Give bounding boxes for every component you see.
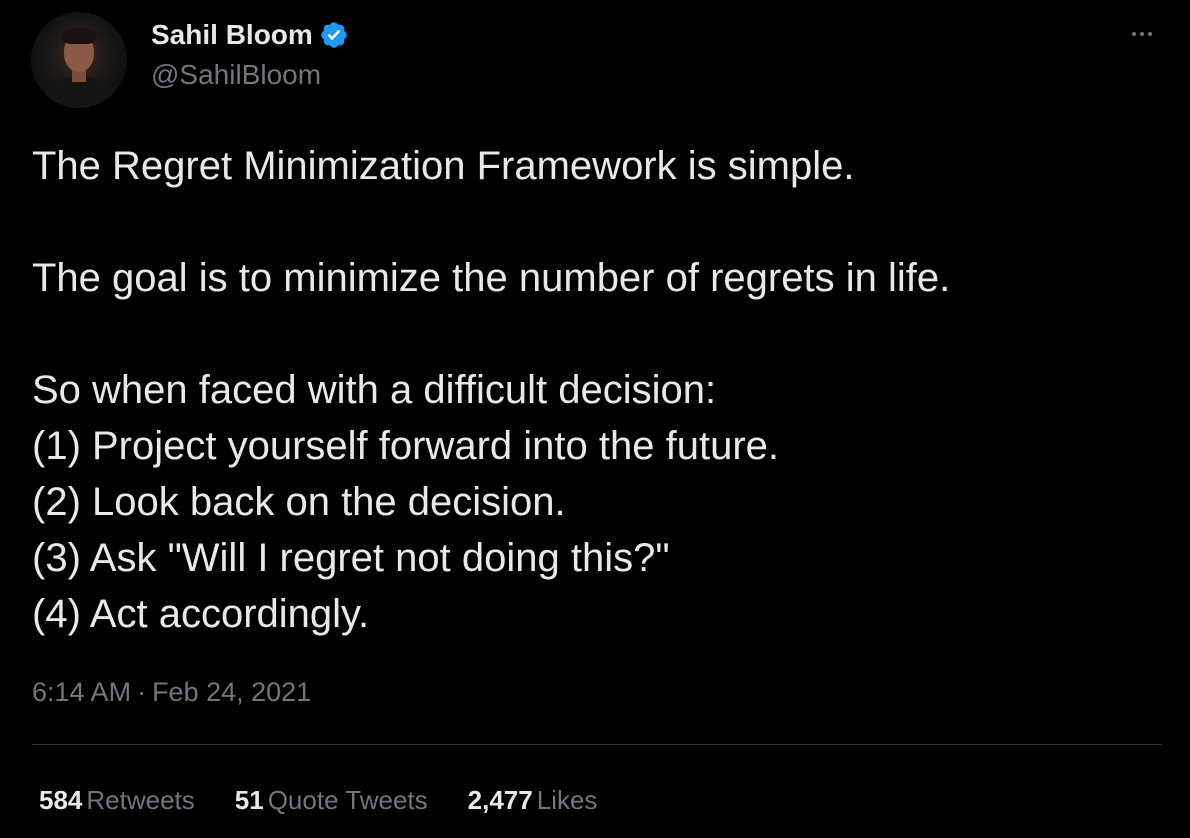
tweet-line: (1) Project yourself forward into the fu… xyxy=(32,424,779,468)
tweet-line: (2) Look back on the decision. xyxy=(32,480,566,524)
author-handle[interactable]: @SahilBloom xyxy=(151,58,321,92)
quote-tweets-count: 51 xyxy=(234,785,264,815)
author-avatar[interactable] xyxy=(31,12,127,108)
tweet-line: The Regret Minimization Framework is sim… xyxy=(32,144,855,188)
tweet-card: Sahil Bloom @SahilBloom The Regret Minim… xyxy=(0,0,1190,838)
more-options-icon[interactable] xyxy=(1124,22,1160,46)
tweet-text: The Regret Minimization Framework is sim… xyxy=(32,138,1162,642)
author-display-name[interactable]: Sahil Bloom xyxy=(151,18,313,52)
quote-tweets-label: Quote Tweets xyxy=(267,785,428,815)
tweet-line: The goal is to minimize the number of re… xyxy=(32,256,951,300)
likes-count: 2,477 xyxy=(467,785,533,815)
retweets-label: Retweets xyxy=(86,785,195,815)
more-dot xyxy=(1140,32,1144,36)
tweet-line: (3) Ask "Will I regret not doing this?" xyxy=(32,536,670,580)
more-dot xyxy=(1132,32,1136,36)
tweet-date: Feb 24, 2021 xyxy=(152,677,312,707)
retweets-stat[interactable]: 584 Retweets xyxy=(39,783,195,817)
avatar-hair xyxy=(62,28,96,44)
timestamp-separator: · xyxy=(137,677,147,707)
likes-label: Likes xyxy=(536,785,598,815)
likes-stat[interactable]: 2,477 Likes xyxy=(468,783,598,817)
tweet-time: 6:14 AM xyxy=(32,677,132,707)
tweet-line: (4) Act accordingly. xyxy=(32,592,370,636)
tweet-line: So when faced with a difficult decision: xyxy=(32,368,717,412)
engagement-stats: 584 Retweets 51 Quote Tweets 2,477 Likes xyxy=(39,783,597,817)
tweet-timestamp[interactable]: 6:14 AM · Feb 24, 2021 xyxy=(32,675,311,709)
quote-tweets-stat[interactable]: 51 Quote Tweets xyxy=(235,783,428,817)
retweets-count: 584 xyxy=(39,785,83,815)
author-name-row: Sahil Bloom xyxy=(151,18,349,52)
more-dot xyxy=(1148,32,1152,36)
verified-badge-icon xyxy=(319,20,349,50)
stats-divider xyxy=(32,744,1162,745)
